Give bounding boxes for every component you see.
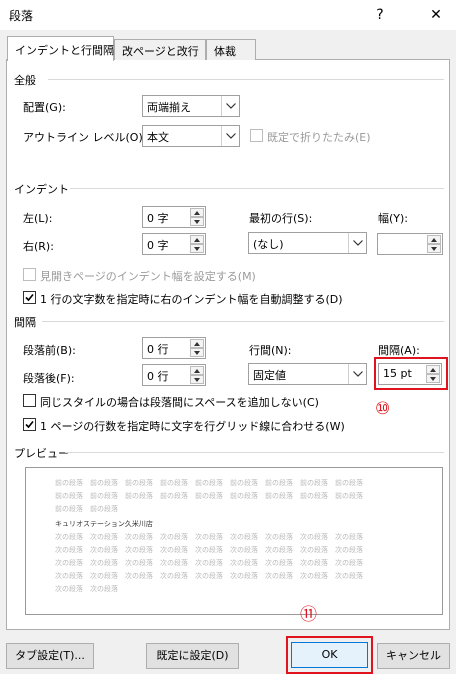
auto-adjust-indent-checkbox[interactable] (23, 291, 36, 304)
indent-left-label: 左(L): (23, 212, 53, 225)
mirror-indents-label: 見開きページのインデント幅を設定する(M) (40, 270, 256, 283)
snap-to-grid-checkbox[interactable] (23, 418, 36, 431)
space-before-label: 段落前(B): (23, 344, 76, 357)
mirror-indents-checkbox[interactable] (23, 268, 36, 281)
section-indent: インデント (14, 181, 73, 197)
section-divider (48, 79, 444, 80)
tab-asian-typography[interactable]: 体裁 (206, 39, 256, 60)
ok-button[interactable]: OK (291, 642, 368, 668)
spin-down-icon[interactable] (427, 244, 441, 253)
collapse-default-label: 既定で折りたたみ(E) (267, 131, 371, 144)
preview-next-line: 次の段落 次の段落 次の段落 次の段落 次の段落 次の段落 次の段落 次の段落 … (55, 533, 363, 541)
indent-by-spinner[interactable] (377, 233, 443, 255)
section-spacing: 間隔 (14, 314, 40, 330)
section-preview: プレビュー (14, 445, 73, 461)
first-line-label: 最初の行(S): (249, 212, 313, 225)
space-before-value: 0 行 (147, 343, 169, 356)
line-spacing-label: 行間(N): (249, 344, 292, 357)
tab-indents-spacing[interactable]: インデントと行間隔 (7, 36, 114, 61)
section-divider (42, 321, 444, 322)
outline-level-select[interactable]: 本文 (142, 125, 240, 147)
preview-prev-line: 前の段落 前の段落 (55, 505, 118, 513)
set-as-default-button[interactable]: 既定に設定(D) (146, 643, 239, 669)
paragraph-preview: 前の段落 前の段落 前の段落 前の段落 前の段落 前の段落 前の段落 前の段落 … (25, 467, 443, 615)
spin-down-icon[interactable] (190, 375, 204, 384)
spin-up-icon[interactable] (426, 365, 440, 374)
chevron-down-icon (221, 126, 239, 146)
preview-next-line: 次の段落 次の段落 次の段落 次の段落 次の段落 次の段落 次の段落 次の段落 … (55, 572, 363, 580)
space-before-spinner[interactable]: 0 行 (142, 337, 206, 359)
spin-down-icon[interactable] (190, 348, 204, 357)
no-space-same-style-checkbox[interactable] (23, 394, 36, 407)
spin-down-icon[interactable] (426, 374, 440, 383)
alignment-value: 両端揃え (147, 101, 191, 114)
preview-prev-line: 前の段落 前の段落 前の段落 前の段落 前の段落 前の段落 前の段落 前の段落 … (55, 492, 363, 500)
spin-up-icon[interactable] (190, 339, 204, 348)
spin-down-icon[interactable] (190, 244, 204, 253)
annotation-marker-11: ⑪ (300, 605, 317, 625)
tabs-button[interactable]: タブ設定(T)... (6, 643, 94, 669)
alignment-label: 配置(G): (23, 101, 66, 114)
snap-to-grid-label: 1 ページの行数を指定時に文字を行グリッド線に合わせる(W) (40, 420, 345, 433)
auto-adjust-indent-label: 1 行の文字数を指定時に右のインデント幅を自動調整する(D) (40, 293, 343, 306)
indent-left-value: 0 字 (147, 212, 169, 225)
annotation-marker-10: ⑩ (375, 399, 391, 419)
chevron-down-icon (348, 364, 366, 384)
spin-up-icon[interactable] (427, 235, 441, 244)
preview-sample-text: キュリオステーション久米川店 (55, 520, 153, 528)
spin-up-icon[interactable] (190, 366, 204, 375)
space-after-spinner[interactable]: 0 行 (142, 364, 206, 386)
alignment-select[interactable]: 両端揃え (142, 95, 240, 117)
chevron-down-icon (221, 96, 239, 116)
first-line-value: (なし) (253, 238, 284, 251)
section-divider (70, 188, 444, 189)
help-button[interactable]: ? (369, 4, 391, 26)
checkmark-icon (25, 293, 34, 302)
space-after-value: 0 行 (147, 370, 169, 383)
section-general: 全般 (14, 72, 40, 88)
spacing-at-spinner[interactable]: 15 pt (378, 363, 442, 385)
tab-line-page-breaks[interactable]: 改ページと改行 (114, 39, 206, 60)
preview-next-line: 次の段落 次の段落 (55, 585, 118, 593)
indent-left-spinner[interactable]: 0 字 (142, 206, 206, 228)
preview-prev-line: 前の段落 前の段落 前の段落 前の段落 前の段落 前の段落 前の段落 前の段落 … (55, 479, 363, 487)
indent-right-label: 右(R): (23, 240, 54, 253)
indent-by-label: 幅(Y): (378, 212, 409, 225)
spin-down-icon[interactable] (190, 217, 204, 226)
section-divider (65, 452, 444, 453)
collapse-default-checkbox[interactable] (250, 129, 263, 142)
outline-level-value: 本文 (147, 131, 169, 144)
close-button[interactable]: ✕ (425, 4, 447, 26)
cancel-button[interactable]: キャンセル (377, 643, 450, 669)
spacing-at-label: 間隔(A): (378, 344, 420, 357)
space-after-label: 段落後(F): (23, 372, 75, 385)
preview-next-line: 次の段落 次の段落 次の段落 次の段落 次の段落 次の段落 次の段落 次の段落 … (55, 546, 363, 554)
spin-up-icon[interactable] (190, 208, 204, 217)
outline-level-label: アウトライン レベル(O): (23, 131, 147, 144)
line-spacing-select[interactable]: 固定値 (248, 363, 367, 385)
spin-up-icon[interactable] (190, 235, 204, 244)
indent-right-spinner[interactable]: 0 字 (142, 233, 206, 255)
preview-next-line: 次の段落 次の段落 次の段落 次の段落 次の段落 次の段落 次の段落 次の段落 … (55, 559, 363, 567)
chevron-down-icon (348, 233, 366, 253)
indent-right-value: 0 字 (147, 239, 169, 252)
line-spacing-value: 固定値 (253, 369, 286, 382)
no-space-same-style-label: 同じスタイルの場合は段落間にスペースを追加しない(C) (40, 396, 319, 409)
spacing-at-value: 15 pt (383, 367, 412, 380)
first-line-select[interactable]: (なし) (248, 232, 367, 254)
checkmark-icon (25, 420, 34, 429)
dialog-title: 段落 (9, 9, 34, 23)
